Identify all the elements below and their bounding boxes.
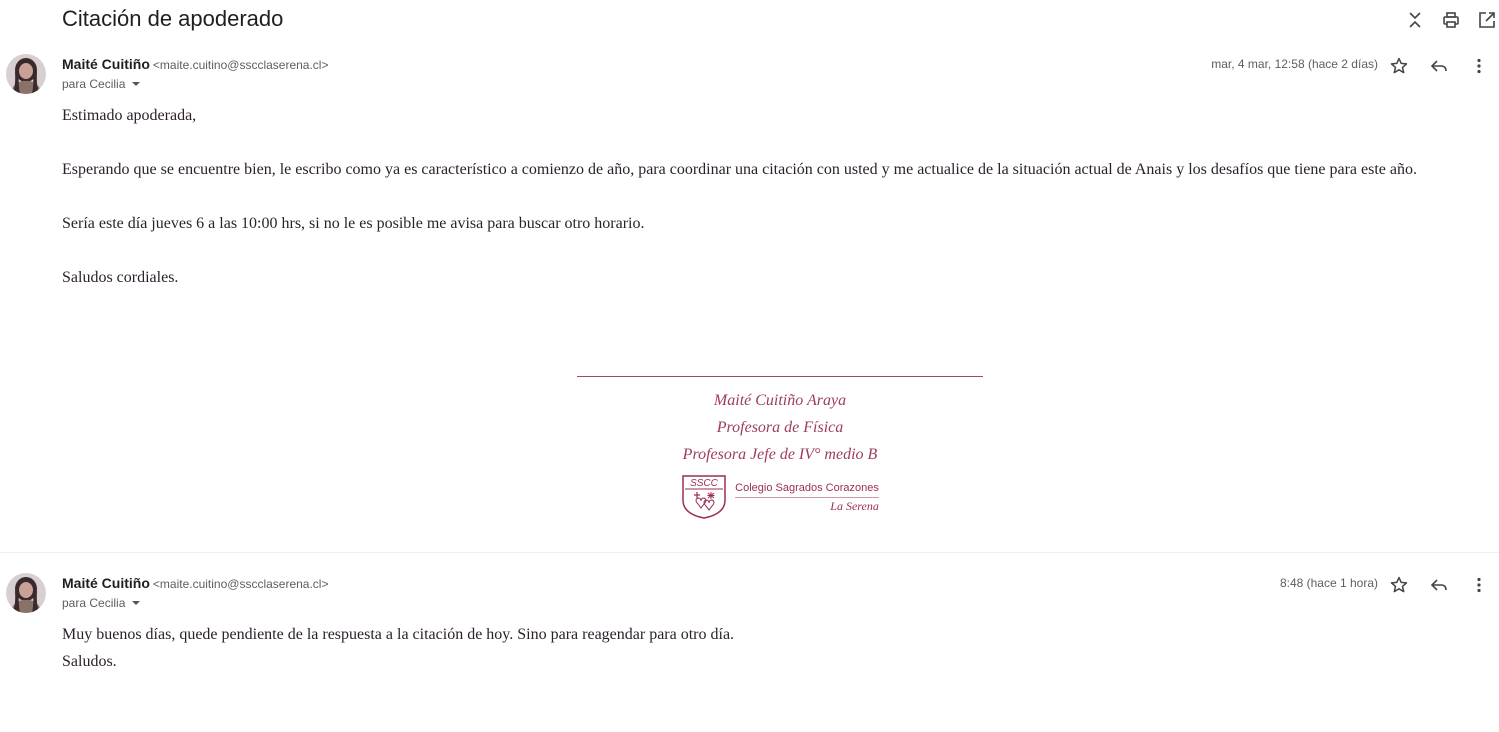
message-actions: [1379, 573, 1499, 597]
sender-line: Maité Cuitiño <maite.cuitino@sscclaserena…: [62, 56, 328, 72]
body-paragraph: Muy buenos días, quede pendiente de la r…: [62, 626, 735, 643]
recipient-label: para Cecilia: [62, 596, 126, 610]
sender-email: <maite.cuitino@sscclaserena.cl>: [152, 58, 329, 72]
logo-city: La Serena: [735, 496, 879, 514]
open-in-new-window-icon[interactable]: [1475, 8, 1499, 32]
avatar[interactable]: [6, 573, 46, 613]
thread-subject: Citación de apoderado: [62, 6, 284, 31]
star-icon[interactable]: [1379, 573, 1419, 597]
more-vert-icon[interactable]: [1459, 573, 1499, 597]
signature-title: Profesora Jefe de IV° medio B: [682, 446, 878, 463]
body-paragraph: Saludos.: [62, 653, 117, 670]
message-date: mar, 4 mar, 12:58 (hace 2 días): [1211, 57, 1378, 71]
sender-line: Maité Cuitiño <maite.cuitino@sscclaserena…: [62, 575, 328, 591]
email-signature: Maité Cuitiño Araya Profesora de Física …: [577, 376, 983, 520]
logo-badge-text: SSCC: [690, 478, 719, 489]
sender-name[interactable]: Maité Cuitiño: [62, 56, 150, 72]
collapse-all-icon[interactable]: [1403, 8, 1427, 32]
message-divider: [0, 552, 1499, 553]
signature-rule: [577, 376, 983, 377]
message-body: Muy buenos días, quede pendiente de la r…: [62, 621, 1477, 675]
more-vert-icon[interactable]: [1459, 54, 1499, 78]
email-thread-view: Citación de apoderado Maité Cuitiño <mait…: [0, 0, 1499, 732]
signature-name: Maité Cuitiño Araya: [713, 392, 847, 409]
avatar[interactable]: [6, 54, 46, 94]
star-icon[interactable]: [1379, 54, 1419, 78]
reply-icon[interactable]: [1419, 573, 1459, 597]
sender-name[interactable]: Maité Cuitiño: [62, 575, 150, 591]
school-logo: SSCC Colegio Sagrados Corazones La Seren…: [577, 474, 983, 520]
logo-school-name: Colegio Sagrados Corazones: [735, 481, 879, 494]
reply-icon[interactable]: [1419, 54, 1459, 78]
chevron-down-icon[interactable]: [131, 598, 141, 608]
message-actions: [1379, 54, 1499, 78]
message-body: Estimado apoderada, Esperando que se enc…: [62, 102, 1477, 318]
message-date: 8:48 (hace 1 hora): [1279, 576, 1378, 590]
recipient-line: para Cecilia: [62, 77, 141, 91]
body-paragraph: Sería este día jueves 6 a las 10:00 hrs,…: [62, 215, 645, 232]
body-paragraph: Estimado apoderada,: [62, 107, 197, 124]
sender-email: <maite.cuitino@sscclaserena.cl>: [152, 577, 329, 591]
signature-role: Profesora de Física: [716, 419, 844, 436]
body-paragraph: Esperando que se encuentre bien, le escr…: [62, 161, 1417, 178]
thread-toolbar: [1403, 8, 1499, 32]
chevron-down-icon[interactable]: [131, 79, 141, 89]
recipient-line: para Cecilia: [62, 596, 141, 610]
print-icon[interactable]: [1439, 8, 1463, 32]
body-paragraph: Saludos cordiales.: [62, 269, 179, 286]
school-crest-icon: SSCC: [682, 475, 726, 519]
recipient-label: para Cecilia: [62, 77, 126, 91]
